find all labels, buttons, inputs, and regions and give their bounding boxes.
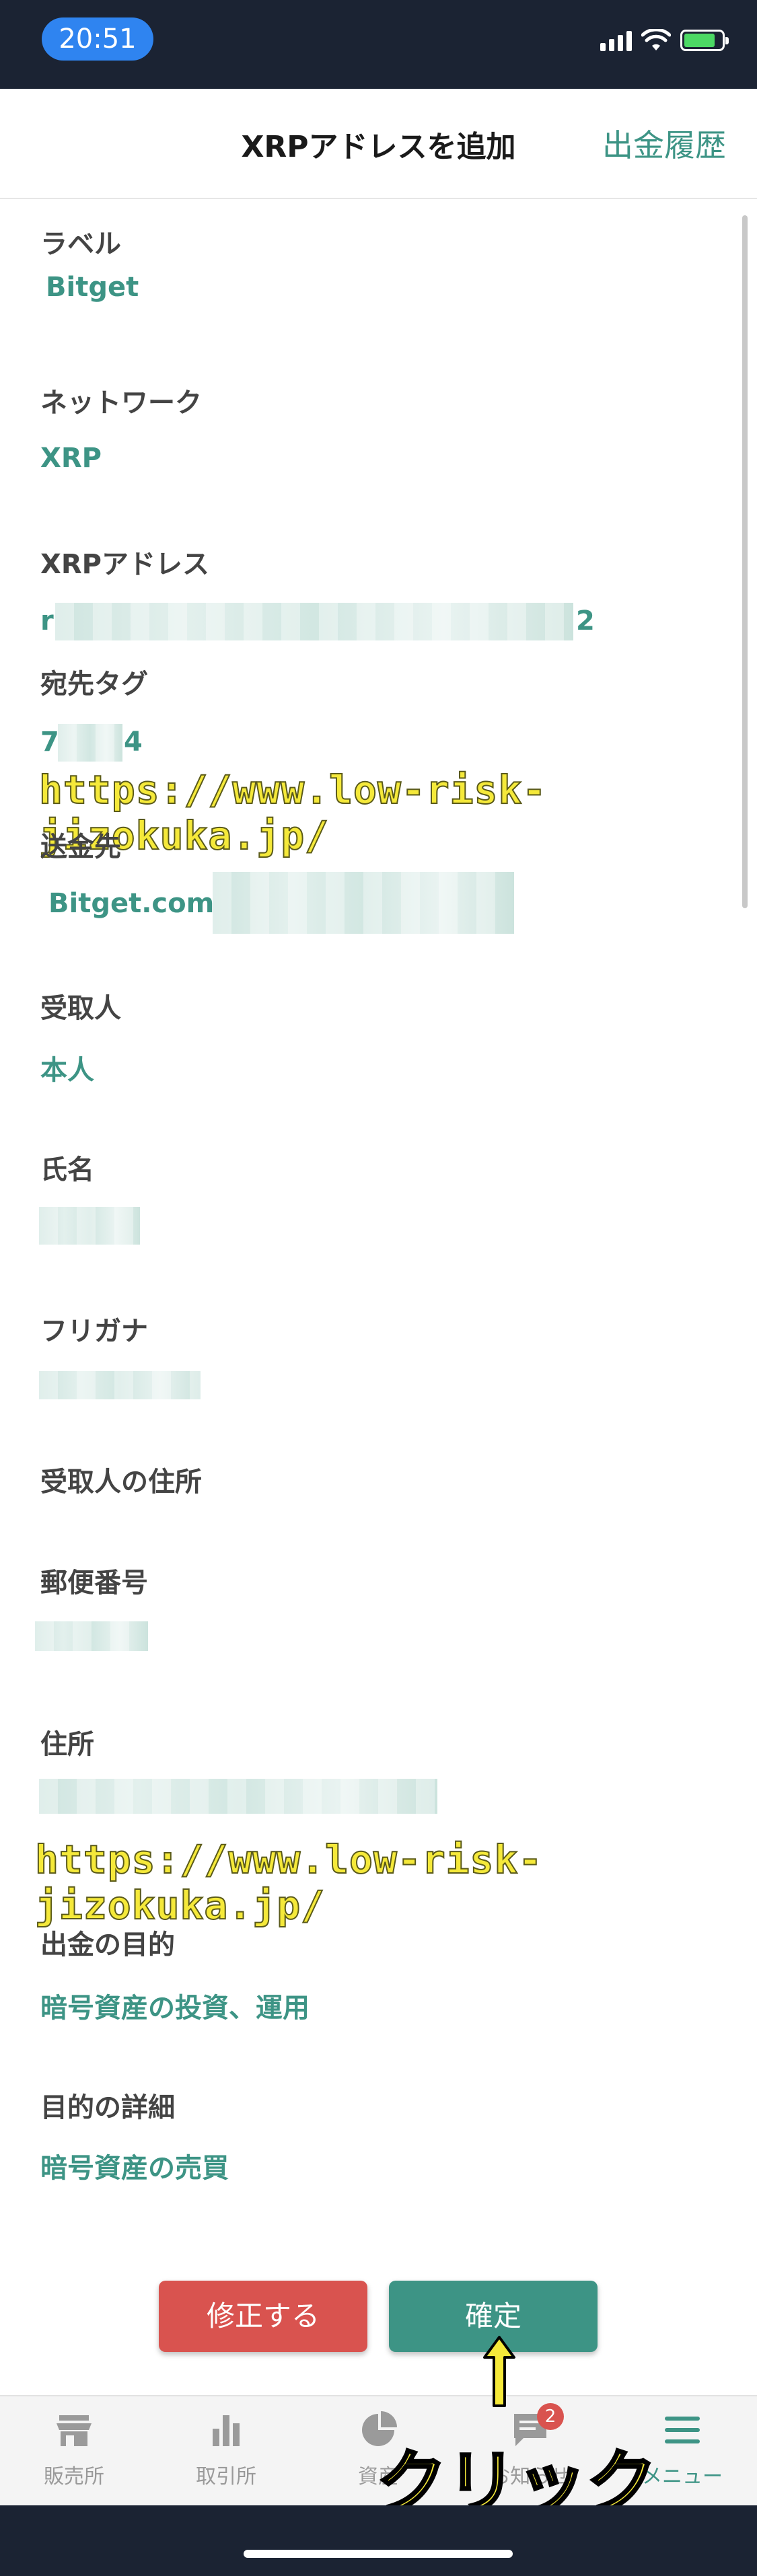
dest-tag-value-start: 7 — [40, 727, 59, 758]
watermark-bottom: https://www.low-risk-jizokuka.jp/ — [34, 1836, 543, 1929]
home-indicator[interactable] — [244, 2550, 513, 2558]
furigana-field-label: フリガナ — [40, 1316, 148, 1347]
dest-tag-label: 宛先タグ — [40, 669, 148, 700]
edit-button[interactable]: 修正する — [159, 2281, 367, 2352]
name-redacted — [39, 1207, 140, 1245]
purpose-detail-value: 暗号資産の売買 — [40, 2153, 229, 2184]
watermark-top: https://www.low-risk-jizokuka.jp/ — [38, 766, 547, 859]
network-field-label: ネットワーク — [40, 388, 202, 418]
dest-tag-redacted — [58, 724, 122, 762]
menu-icon — [665, 2417, 700, 2443]
purpose-field-label: 出金の目的 — [40, 1929, 175, 1960]
tab-store-label: 販売所 — [44, 2465, 104, 2489]
status-icons — [600, 27, 729, 54]
recipient-field-value: 本人 — [40, 1055, 94, 1086]
signal-icon — [600, 30, 632, 51]
store-icon — [57, 2415, 92, 2446]
tab-exchange[interactable]: 取引所 — [166, 2410, 287, 2489]
address-value-start: r — [40, 605, 54, 636]
furigana-redacted — [39, 1371, 201, 1399]
name-field-label: 氏名 — [40, 1154, 94, 1185]
home-indicator-bar — [0, 2505, 757, 2576]
label-field-value: Bitget — [46, 272, 139, 303]
destination-redacted — [213, 872, 514, 934]
purpose-detail-label: 目的の詳細 — [40, 2092, 175, 2123]
address-redacted — [55, 603, 573, 640]
destination-field-label: 送金先 — [40, 832, 121, 862]
withdrawal-history-link[interactable]: 出金履歴 — [602, 121, 726, 165]
recipient-field-label: 受取人 — [40, 993, 121, 1024]
postal-code-redacted — [35, 1621, 148, 1651]
street-address-label: 住所 — [40, 1729, 94, 1760]
nav-header: XRPアドレスを追加 出金履歴 — [0, 89, 757, 199]
purpose-field-value: 暗号資産の投資、運用 — [40, 1993, 310, 2024]
postal-code-label: 郵便番号 — [40, 1568, 148, 1598]
tab-exchange-label: 取引所 — [196, 2465, 256, 2489]
network-field-value: XRP — [40, 443, 102, 474]
street-address-redacted — [39, 1779, 437, 1814]
status-bar: 20:51 — [0, 0, 757, 89]
tab-store[interactable]: 販売所 — [13, 2410, 135, 2489]
destination-field-value: Bitget.com — [48, 888, 215, 919]
arrow-up-icon — [483, 2336, 515, 2407]
battery-icon — [680, 30, 729, 51]
bar-chart-icon — [213, 2415, 240, 2446]
wifi-icon — [641, 29, 671, 50]
dest-tag-value-end: 4 — [124, 727, 143, 758]
recipient-address-heading: 受取人の住所 — [40, 1467, 202, 1498]
address-value-end: 2 — [576, 605, 595, 636]
address-field-label: XRPアドレス — [40, 549, 209, 580]
status-time: 20:51 — [42, 17, 153, 61]
label-field-label: ラベル — [40, 229, 121, 260]
